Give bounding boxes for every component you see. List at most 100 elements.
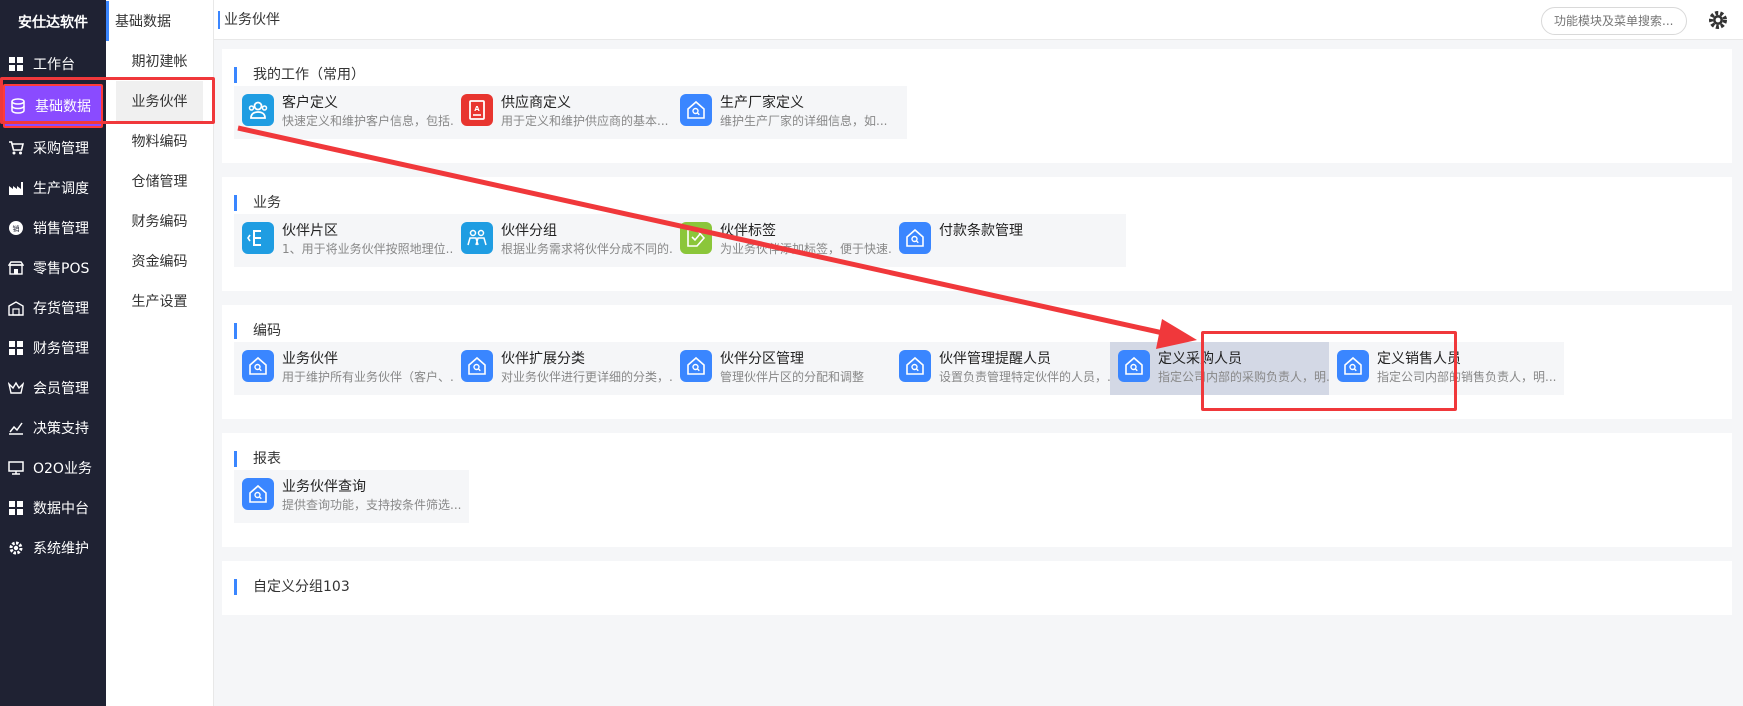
nav-item-sales[interactable]: 销 销售管理 — [0, 208, 106, 248]
card-title: 定义销售人员 — [1377, 351, 1461, 367]
cart-icon — [8, 140, 24, 156]
nav-label: 生产调度 — [33, 181, 89, 197]
nav-item-data-center[interactable]: 数据中台 — [0, 488, 106, 528]
nav-item-workbench[interactable]: 工作台 — [0, 44, 106, 84]
grid-icon — [8, 340, 24, 356]
sub-sidebar: 基础数据 期初建帐 业务伙伴 物料编码 仓储管理 财务编码 资金编码 生产设置 — [106, 0, 214, 706]
sub-item-material[interactable]: 物料编码 — [106, 121, 213, 161]
nav-label: 决策支持 — [33, 421, 89, 437]
nav-item-pos[interactable]: 零售POS — [0, 248, 106, 288]
chart-icon — [8, 420, 24, 436]
home-icon — [680, 94, 712, 126]
section-coding: 编码 业务伙伴 用于维护所有业务伙伴（客户、... 伙伴扩展分类对业务伙伴进行更详… — [222, 305, 1732, 419]
sales-icon: 销 — [8, 220, 24, 236]
section-common: 我的工作（常用） 客户定义快速定义和维护客户信息，包括... A 供应商定义 用于… — [222, 49, 1732, 163]
nav-label: 基础数据 — [35, 99, 91, 115]
gear-icon — [8, 540, 24, 556]
card-customer-definition[interactable]: 客户定义快速定义和维护客户信息，包括... — [234, 86, 469, 139]
home-icon — [899, 350, 931, 382]
card-title: 生产厂家定义 — [720, 95, 804, 111]
card-partner-tag[interactable]: 伙伴标签为业务伙伴添加标签，便于快速... — [672, 214, 907, 267]
warehouse-icon — [8, 300, 24, 316]
card-partner-query[interactable]: 业务伙伴查询 提供查询功能，支持按条件筛选... — [234, 470, 469, 523]
card-description: 维护生产厂家的详细信息，如... — [720, 114, 888, 128]
nav-label: 系统维护 — [33, 541, 89, 557]
section-report: 报表 业务伙伴查询 提供查询功能，支持按条件筛选... — [222, 433, 1732, 547]
customer-icon — [242, 94, 274, 126]
card-title: 伙伴扩展分类 — [501, 351, 585, 367]
nav-item-purchase[interactable]: 采购管理 — [0, 128, 106, 168]
card-title: 伙伴分区管理 — [720, 351, 804, 367]
nav-item-system[interactable]: 系统维护 — [0, 528, 106, 568]
sub-item-production-setup[interactable]: 生产设置 — [106, 281, 213, 321]
sub-item-opening[interactable]: 期初建帐 — [106, 41, 213, 81]
nav-label: 零售POS — [33, 261, 90, 277]
grid-icon — [8, 500, 24, 516]
card-partner-reminder[interactable]: 伙伴管理提醒人员 设置负责管理特定伙伴的人员，... — [891, 342, 1126, 395]
nav-item-member[interactable]: 会员管理 — [0, 368, 106, 408]
main-sidebar: 安仕达软件 工作台 基础数据 采购管理 生产调度 销 销售管理 零售POS 存货… — [0, 0, 106, 706]
factory-icon — [8, 180, 24, 196]
nav-item-finance[interactable]: 财务管理 — [0, 328, 106, 368]
group-icon — [461, 222, 493, 254]
card-define-salesperson[interactable]: 定义销售人员 指定公司内部的销售负责人，明... — [1329, 342, 1564, 395]
region-icon — [242, 222, 274, 254]
card-title: 伙伴管理提醒人员 — [939, 351, 1051, 367]
nav-label: 财务管理 — [33, 341, 89, 357]
svg-text:A: A — [474, 105, 480, 113]
section-title: 我的工作（常用） — [234, 67, 365, 83]
settings-gear-icon[interactable] — [1707, 9, 1729, 31]
nav-item-production[interactable]: 生产调度 — [0, 168, 106, 208]
home-icon — [1118, 350, 1150, 382]
nav-item-inventory[interactable]: 存货管理 — [0, 288, 106, 328]
section-title: 自定义分组103 — [234, 579, 350, 595]
sub-sidebar-title: 基础数据 — [106, 1, 213, 41]
section-title: 报表 — [234, 451, 281, 467]
nav-label: 销售管理 — [33, 221, 89, 237]
nav-label: 数据中台 — [33, 501, 89, 517]
supplier-icon: A — [461, 94, 493, 126]
card-title: 伙伴片区 — [282, 223, 338, 239]
search-input[interactable] — [1541, 7, 1687, 35]
card-description: 对业务伙伴进行更详细的分类，... — [501, 370, 680, 384]
card-description: 快速定义和维护客户信息，包括... — [282, 114, 461, 128]
card-payment-terms[interactable]: 付款条款管理 — [891, 214, 1126, 267]
home-icon — [242, 478, 274, 510]
sub-item-storage[interactable]: 仓储管理 — [106, 161, 213, 201]
crown-icon — [8, 380, 24, 396]
home-icon — [680, 350, 712, 382]
card-title: 业务伙伴查询 — [282, 479, 366, 495]
card-define-purchaser[interactable]: 定义采购人员 指定公司内部的采购负责人，明... — [1110, 342, 1345, 395]
sub-item-partner[interactable]: 业务伙伴 — [116, 81, 203, 121]
svg-text:销: 销 — [13, 224, 20, 233]
brand-logo: 安仕达软件 — [18, 15, 88, 31]
home-icon — [899, 222, 931, 254]
sub-item-finance-code[interactable]: 财务编码 — [106, 201, 213, 241]
nav-label: 工作台 — [33, 57, 75, 73]
nav-item-basic-data[interactable]: 基础数据 — [3, 84, 103, 128]
sub-item-fund-code[interactable]: 资金编码 — [106, 241, 213, 281]
card-supplier-definition[interactable]: A 供应商定义 用于定义和维护供应商的基本... — [453, 86, 688, 139]
card-description: 指定公司内部的采购负责人，明... — [1158, 370, 1337, 384]
card-partner-zone-mgmt[interactable]: 伙伴分区管理 管理伙伴片区的分配和调整 — [672, 342, 907, 395]
nav-label: O2O业务 — [33, 461, 92, 477]
card-description: 用于定义和维护供应商的基本... — [501, 114, 669, 128]
section-title: 编码 — [234, 323, 281, 339]
card-description: 根据业务需求将伙伴分成不同的... — [501, 242, 680, 256]
card-title: 付款条款管理 — [939, 223, 1023, 239]
nav-item-o2o[interactable]: O2O业务 — [0, 448, 106, 488]
card-partner-ext-category[interactable]: 伙伴扩展分类对业务伙伴进行更详细的分类，... — [453, 342, 688, 395]
card-partner-region[interactable]: 伙伴片区 1、用于将业务伙伴按照地理位... — [234, 214, 469, 267]
top-header: 业务伙伴 — [214, 0, 1743, 40]
home-icon — [461, 350, 493, 382]
nav-item-decision[interactable]: 决策支持 — [0, 408, 106, 448]
nav-label: 会员管理 — [33, 381, 89, 397]
card-manufacturer-definition[interactable]: 生产厂家定义维护生产厂家的详细信息，如... — [672, 86, 907, 139]
card-title: 伙伴标签 — [720, 223, 776, 239]
card-business-partner[interactable]: 业务伙伴 用于维护所有业务伙伴（客户、... — [234, 342, 469, 395]
card-partner-group[interactable]: 伙伴分组 根据业务需求将伙伴分成不同的... — [453, 214, 688, 267]
nav-label: 存货管理 — [33, 301, 89, 317]
card-title: 客户定义 — [282, 95, 338, 111]
card-description: 为业务伙伴添加标签，便于快速... — [720, 242, 899, 256]
pos-icon — [8, 260, 24, 276]
